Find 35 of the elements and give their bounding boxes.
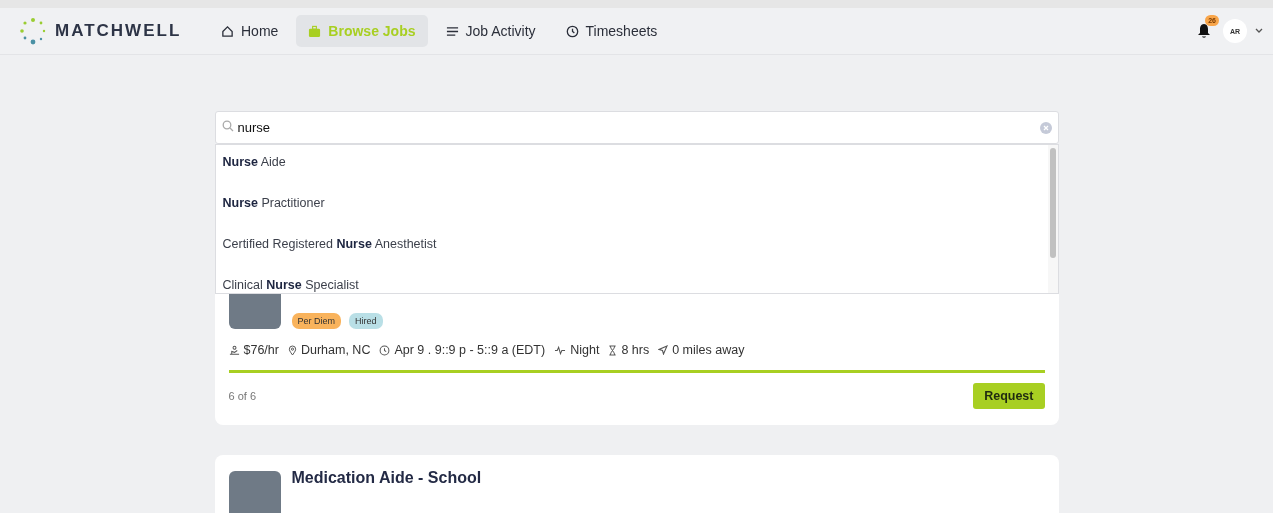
request-button[interactable]: Request [973,383,1045,409]
dots-logo-icon [19,17,47,45]
job-detail: Night [570,343,600,357]
job-detail: Apr 9 . 9::9 p - 5::9 a (EDT) [394,343,546,357]
job-title[interactable]: Medication Aide - School [291,469,482,487]
suggestion-item[interactable]: Certified Registered Nurse Anesthetist [215,227,1048,268]
nav-tab[interactable]: Timesheets [553,15,670,47]
hand-coin-icon [228,344,240,356]
nav-tab[interactable]: Home [209,15,291,47]
brand-name: MATCHWELL [55,21,182,41]
hourglass-icon [608,344,618,356]
suggestion-item[interactable]: Nurse Aide [215,145,1048,186]
home-icon [221,24,234,38]
clock-icon [565,24,579,38]
clock-icon [379,344,391,356]
briefcase-icon [308,24,322,38]
match-counter: 6 of 6 [228,390,257,402]
photo-placeholder [228,471,281,513]
list-icon [445,24,459,38]
search-field[interactable]: nurse [214,111,1059,144]
job-detail: $76/hr [243,343,279,357]
bell-icon[interactable] [1197,23,1211,39]
job-detail: Durham, NC [300,343,371,357]
suggestion-item[interactable]: Nurse Practitioner [215,186,1048,227]
chevron-down-icon[interactable] [1255,28,1263,34]
job-tag: Hired [349,313,383,329]
map-pin-icon [287,344,297,356]
scrollbar[interactable] [1047,145,1058,293]
navigation-arrow-icon [658,345,669,355]
job-detail: 8 hrs [621,343,650,357]
job-tag: Per Diem [291,313,341,329]
suggestion-item[interactable]: Clinical Nurse Specialist [215,268,1048,293]
nav-tab[interactable]: Job Activity [433,15,548,47]
job-detail: 0 miles away [672,343,745,357]
pulse-icon [554,344,567,356]
